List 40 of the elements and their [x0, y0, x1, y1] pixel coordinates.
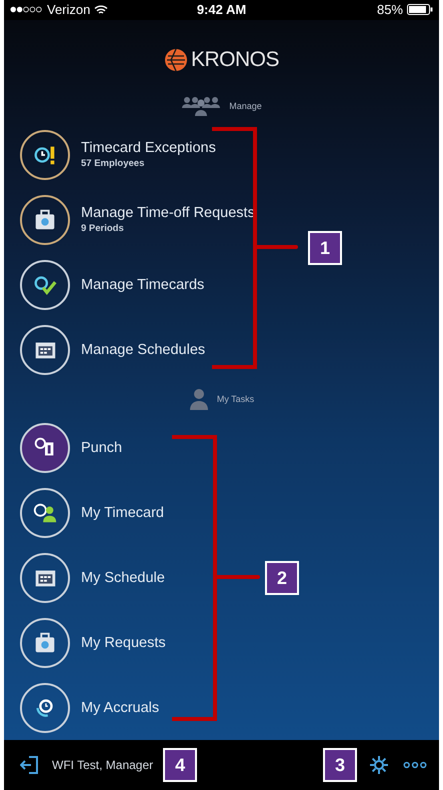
item-title: Punch — [81, 440, 122, 456]
section-heading: My Tasks — [216, 394, 254, 404]
callout-number: 4 — [163, 748, 198, 782]
item-title: Manage Time-off Requests — [81, 205, 255, 222]
item-title: Timecard Exceptions — [81, 140, 216, 156]
menu-item[interactable]: Punch — [4, 415, 122, 480]
person-icon — [188, 388, 209, 410]
battery-percent: 85% — [376, 2, 403, 18]
logo-mark-icon — [164, 48, 188, 72]
item-title: My Accruals — [81, 700, 160, 716]
menu-item[interactable]: Timecard Exceptions 57 Employees — [4, 122, 216, 188]
signal-icon — [10, 6, 43, 14]
menu-item[interactable]: Manage Time-off Requests 9 Periods — [4, 187, 255, 252]
callout-number: 3 — [323, 748, 357, 782]
user-name: WFI Test, Manager — [52, 758, 154, 772]
item-title: Manage Schedules — [81, 342, 206, 358]
callout-number: 1 — [308, 231, 342, 266]
item-title: My Requests — [81, 634, 166, 651]
menu-item[interactable]: My Timecard — [4, 480, 164, 546]
settings-icon — [369, 755, 389, 776]
callout-number: 2 — [265, 561, 299, 596]
item-title: Manage Timecards — [81, 276, 204, 293]
logo-text: KRONOS — [190, 48, 279, 72]
item-subtitle: 9 Periods — [81, 223, 125, 234]
menu-item[interactable]: My Requests — [4, 610, 166, 676]
menu-item[interactable]: My Schedule — [4, 545, 165, 610]
battery-icon — [407, 4, 433, 16]
item-subtitle: 57 Employees — [81, 158, 146, 170]
item-title: My Schedule — [81, 570, 165, 586]
menu-item[interactable]: Manage Schedules — [4, 317, 206, 382]
status-time: 9:42 AM — [196, 2, 246, 18]
menu-item[interactable]: Manage Timecards — [4, 252, 204, 318]
section-heading: Manage — [229, 100, 262, 111]
people-group-icon — [181, 94, 222, 117]
carrier-name: Verizon — [47, 2, 90, 18]
item-title: My Timecard — [81, 504, 164, 521]
sign-out-icon — [20, 755, 40, 776]
more-icon — [403, 761, 427, 770]
wifi-icon — [94, 4, 108, 15]
menu-item[interactable]: My Accruals — [4, 675, 160, 740]
